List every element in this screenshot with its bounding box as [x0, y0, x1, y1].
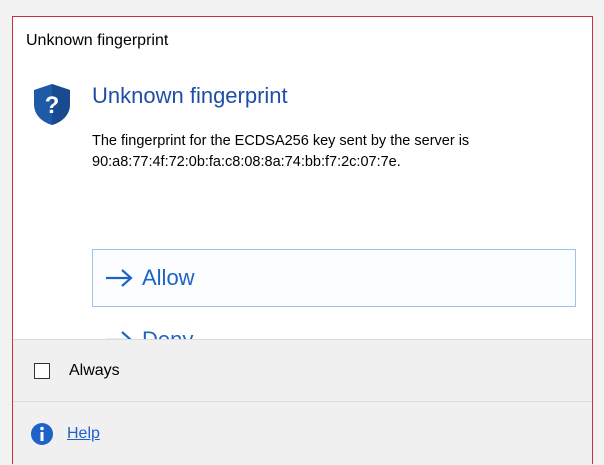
- always-label[interactable]: Always: [69, 362, 120, 380]
- allow-label: Allow: [142, 265, 195, 290]
- always-checkbox[interactable]: [34, 362, 50, 379]
- fingerprint-value: 90:a8:77:4f:72:0b:fa:c8:08:8a:74:bb:f7:2…: [92, 154, 401, 170]
- arrow-right-icon: [106, 269, 133, 287]
- main-instruction: Unknown fingerprint: [92, 83, 288, 108]
- help-area: Help: [13, 401, 592, 465]
- fingerprint-message: The fingerprint for the ECDSA256 key sen…: [92, 133, 470, 149]
- verification-area: Always: [13, 339, 592, 401]
- svg-text:?: ?: [45, 92, 60, 119]
- dialog-window: Unknown fingerprint ? Unknown fingerprin…: [12, 16, 593, 465]
- window-title: Unknown fingerprint: [26, 32, 169, 49]
- shield-question-icon: ?: [34, 84, 70, 125]
- title-bar: Unknown fingerprint: [13, 17, 592, 65]
- body-text: The fingerprint for the ECDSA256 key sen…: [92, 131, 572, 173]
- allow-button[interactable]: Allow: [92, 249, 576, 307]
- info-icon: [31, 422, 53, 445]
- help-link[interactable]: Help: [67, 425, 100, 443]
- dialog-content: ? Unknown fingerprint The fingerprint fo…: [13, 65, 592, 352]
